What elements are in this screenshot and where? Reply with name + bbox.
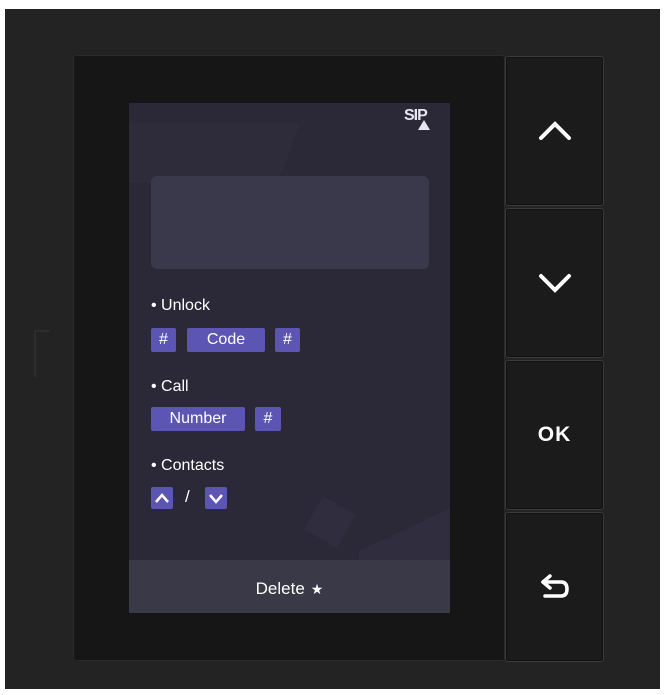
ok-button[interactable]: OK [505,360,604,510]
up-button[interactable] [505,56,604,206]
background-hexagon [129,123,300,183]
chevron-down-icon [538,274,571,293]
panel-edge-mark [34,330,50,377]
chevron-up-icon [151,487,173,509]
background-hexagon [304,496,356,548]
unlock-label: • Unlock [151,297,210,314]
contacts-label: • Contacts [151,457,225,474]
hash-key-chip: # [255,407,281,431]
back-arrow-icon [540,574,569,598]
number-chip: Number [151,407,245,431]
call-label: • Call [151,378,189,395]
delete-bar[interactable]: Delete ★ [129,560,450,613]
star-icon: ★ [310,581,324,597]
delete-label: Delete [255,579,305,598]
ok-label: OK [537,423,572,446]
lcd-screen: SIP • Unlock # Code # • Call Number # • … [129,103,450,613]
chevron-up-icon [538,121,571,140]
back-button[interactable] [505,512,604,662]
separator: / [185,487,190,506]
down-button[interactable] [505,208,604,358]
sip-alert-icon: SIP [404,107,434,133]
hash-key-chip: # [275,328,300,352]
hash-key-chip: # [151,328,176,352]
chevron-down-icon [205,487,227,509]
code-chip: Code [187,328,265,352]
number-input-display [151,176,429,269]
